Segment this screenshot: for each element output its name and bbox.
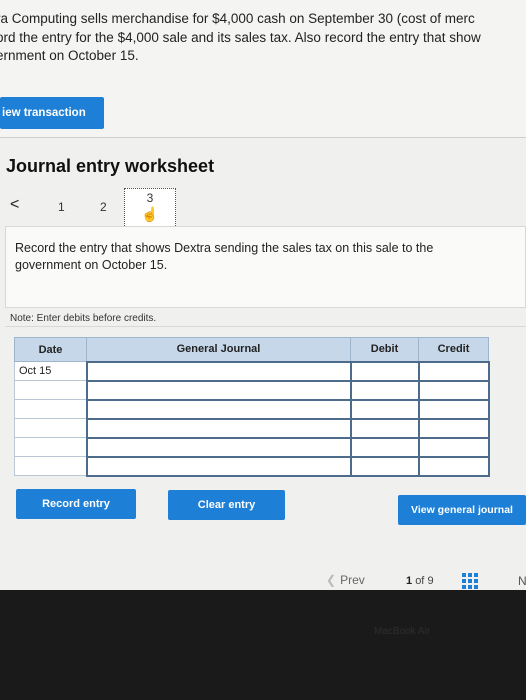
table-row: Oct 15	[14, 360, 490, 382]
credit-input[interactable]	[417, 436, 490, 458]
step-3-tab[interactable]: 3 ☝	[124, 188, 176, 228]
date-cell[interactable]	[14, 399, 87, 419]
view-transaction-list-button[interactable]: iew transaction list	[0, 97, 104, 151]
pager-next-button[interactable]: N	[518, 574, 526, 588]
date-cell[interactable]: Oct 15	[14, 361, 87, 381]
account-input[interactable]	[85, 379, 352, 401]
table-row	[14, 379, 490, 401]
date-cell[interactable]	[14, 437, 87, 457]
debit-input[interactable]	[349, 417, 420, 439]
credit-input[interactable]	[417, 417, 490, 439]
table-row	[14, 417, 490, 439]
credit-input[interactable]	[417, 455, 490, 477]
worksheet-title: Journal entry worksheet	[6, 156, 215, 176]
problem-line-2: ord the entry for the $4,000 sale and it…	[0, 29, 481, 45]
pager-count: 1 of 9	[406, 575, 434, 587]
step-2-tab[interactable]: 2	[100, 200, 107, 214]
laptop-brand-label: MacBook Air	[374, 626, 431, 637]
credit-input[interactable]	[417, 398, 490, 420]
divider	[5, 326, 526, 327]
account-input[interactable]	[85, 360, 352, 382]
account-input[interactable]	[85, 455, 352, 477]
account-input[interactable]	[85, 436, 352, 458]
pager-prev-button[interactable]: ❮ Prev	[326, 573, 365, 587]
account-input[interactable]	[85, 398, 352, 420]
date-cell[interactable]	[14, 418, 87, 438]
instruction-text: Record the entry that shows Dextra sendi…	[15, 241, 434, 272]
date-cell[interactable]	[14, 380, 87, 400]
problem-line-3: ernment on October 15.	[0, 48, 139, 63]
table-row	[14, 436, 490, 458]
prev-step-button[interactable]: <	[10, 196, 19, 214]
table-row	[14, 455, 490, 477]
problem-line-1: ra Computing sells merchandise for $4,00…	[0, 11, 475, 26]
step-1-tab[interactable]: 1	[58, 200, 65, 214]
debit-input[interactable]	[349, 398, 420, 420]
table-row	[14, 398, 490, 420]
debit-input[interactable]	[349, 436, 420, 458]
pager-of: of	[415, 575, 425, 587]
note-text: Note: Enter debits before credits.	[10, 313, 157, 324]
header-credit: Credit	[418, 337, 489, 362]
screen: ra Computing sells merchandise for $4,00…	[0, 0, 526, 590]
credit-input[interactable]	[417, 360, 490, 382]
clear-entry-button[interactable]: Clear entry	[168, 490, 285, 520]
problem-text: ra Computing sells merchandise for $4,00…	[0, 10, 526, 66]
step-3-label: 3	[146, 191, 154, 205]
pager-total: 9	[427, 575, 434, 587]
account-input[interactable]	[85, 417, 352, 439]
view-general-journal-button[interactable]: View general journal	[398, 495, 526, 525]
header-date: Date	[14, 337, 87, 362]
pager-current: 1	[406, 575, 413, 587]
header-general-journal: General Journal	[86, 337, 351, 362]
debit-input[interactable]	[349, 360, 420, 382]
debit-input[interactable]	[349, 379, 420, 401]
journal-table: Date General Journal Debit Credit Oct 15	[14, 337, 490, 477]
chevron-left-icon: ❮	[326, 573, 337, 587]
journal-header-row: Date General Journal Debit Credit	[14, 337, 489, 362]
record-entry-button[interactable]: Record entry	[16, 489, 136, 519]
header-debit: Debit	[350, 337, 419, 362]
pager-prev-label: Prev	[340, 573, 365, 587]
date-cell[interactable]	[14, 456, 87, 476]
credit-input[interactable]	[417, 379, 490, 401]
hand-pointer-icon: ☝	[141, 206, 159, 222]
grid-icon[interactable]	[462, 573, 478, 589]
debit-input[interactable]	[349, 455, 420, 477]
